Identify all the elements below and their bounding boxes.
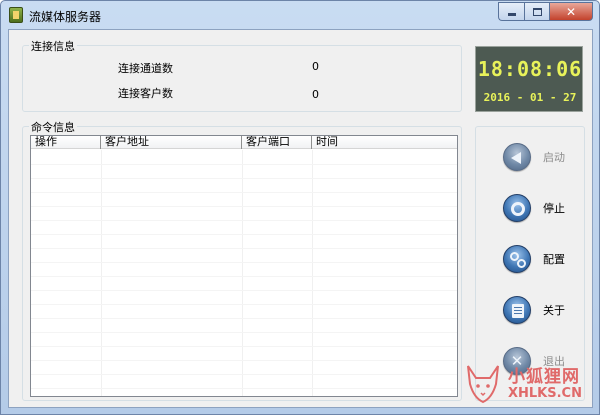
fox-logo-icon <box>467 365 499 404</box>
about-button-row: 关于 <box>503 296 565 324</box>
stop-button-row: 停止 <box>503 194 565 222</box>
window-title: 流媒体服务器 <box>29 10 102 24</box>
command-info-title: 命令信息 <box>29 119 77 135</box>
client-area: 连接信息 连接通道数 0 连接客户数 0 18:08:06 2016 - 01 … <box>8 29 593 408</box>
site-watermark: 小狐狸网 XHLKS.CN <box>462 360 596 412</box>
stop-ring-icon <box>511 202 525 216</box>
list-header: 操作 客户地址 客户端口 时间 <box>31 136 457 149</box>
clients-value: 0 <box>312 88 319 101</box>
column-header-client-address[interactable]: 客户地址 <box>101 136 242 149</box>
channels-value: 0 <box>312 60 319 73</box>
command-list[interactable]: 操作 客户地址 客户端口 时间 <box>30 135 458 397</box>
list-gridlines <box>31 150 457 396</box>
start-button-row: 启动 <box>503 143 565 171</box>
maximize-icon <box>532 7 542 16</box>
column-header-client-port[interactable]: 客户端口 <box>242 136 312 149</box>
digital-clock: 18:08:06 2016 - 01 - 27 <box>475 46 583 112</box>
start-button[interactable] <box>503 143 531 171</box>
maximize-button[interactable] <box>524 2 549 21</box>
clients-label: 连接客户数 <box>118 87 173 100</box>
channels-label: 连接通道数 <box>118 62 173 75</box>
watermark-name: 小狐狸网 <box>508 367 580 387</box>
title-bar[interactable]: 流媒体服务器 ✕ <box>1 1 599 29</box>
config-label: 配置 <box>543 253 565 266</box>
about-label: 关于 <box>543 304 565 317</box>
column-header-operation[interactable]: 操作 <box>31 136 101 149</box>
connection-info-title: 连接信息 <box>29 38 77 54</box>
stop-label: 停止 <box>543 202 565 215</box>
gear-small-icon <box>517 259 526 268</box>
close-button[interactable]: ✕ <box>549 2 593 21</box>
config-button[interactable] <box>503 245 531 273</box>
app-icon <box>9 7 23 23</box>
document-icon <box>512 304 524 318</box>
connection-info-group: 连接信息 连接通道数 0 连接客户数 0 <box>22 38 462 112</box>
clock-time: 18:08:06 <box>477 57 583 81</box>
caption-buttons: ✕ <box>498 2 593 21</box>
close-icon: ✕ <box>565 4 577 19</box>
column-header-time[interactable]: 时间 <box>312 136 456 149</box>
watermark-url: XHLKS.CN <box>508 386 582 401</box>
back-arrow-icon <box>511 152 521 164</box>
minimize-button[interactable] <box>498 2 524 21</box>
about-button[interactable] <box>503 296 531 324</box>
start-label: 启动 <box>543 151 565 164</box>
config-button-row: 配置 <box>503 245 565 273</box>
main-window: 流媒体服务器 ✕ 连接信息 连接通道数 0 连接客户数 0 18:08:06 2… <box>0 0 600 415</box>
stop-button[interactable] <box>503 194 531 222</box>
clock-date: 2016 - 01 - 27 <box>483 91 577 104</box>
minimize-icon <box>507 13 516 16</box>
